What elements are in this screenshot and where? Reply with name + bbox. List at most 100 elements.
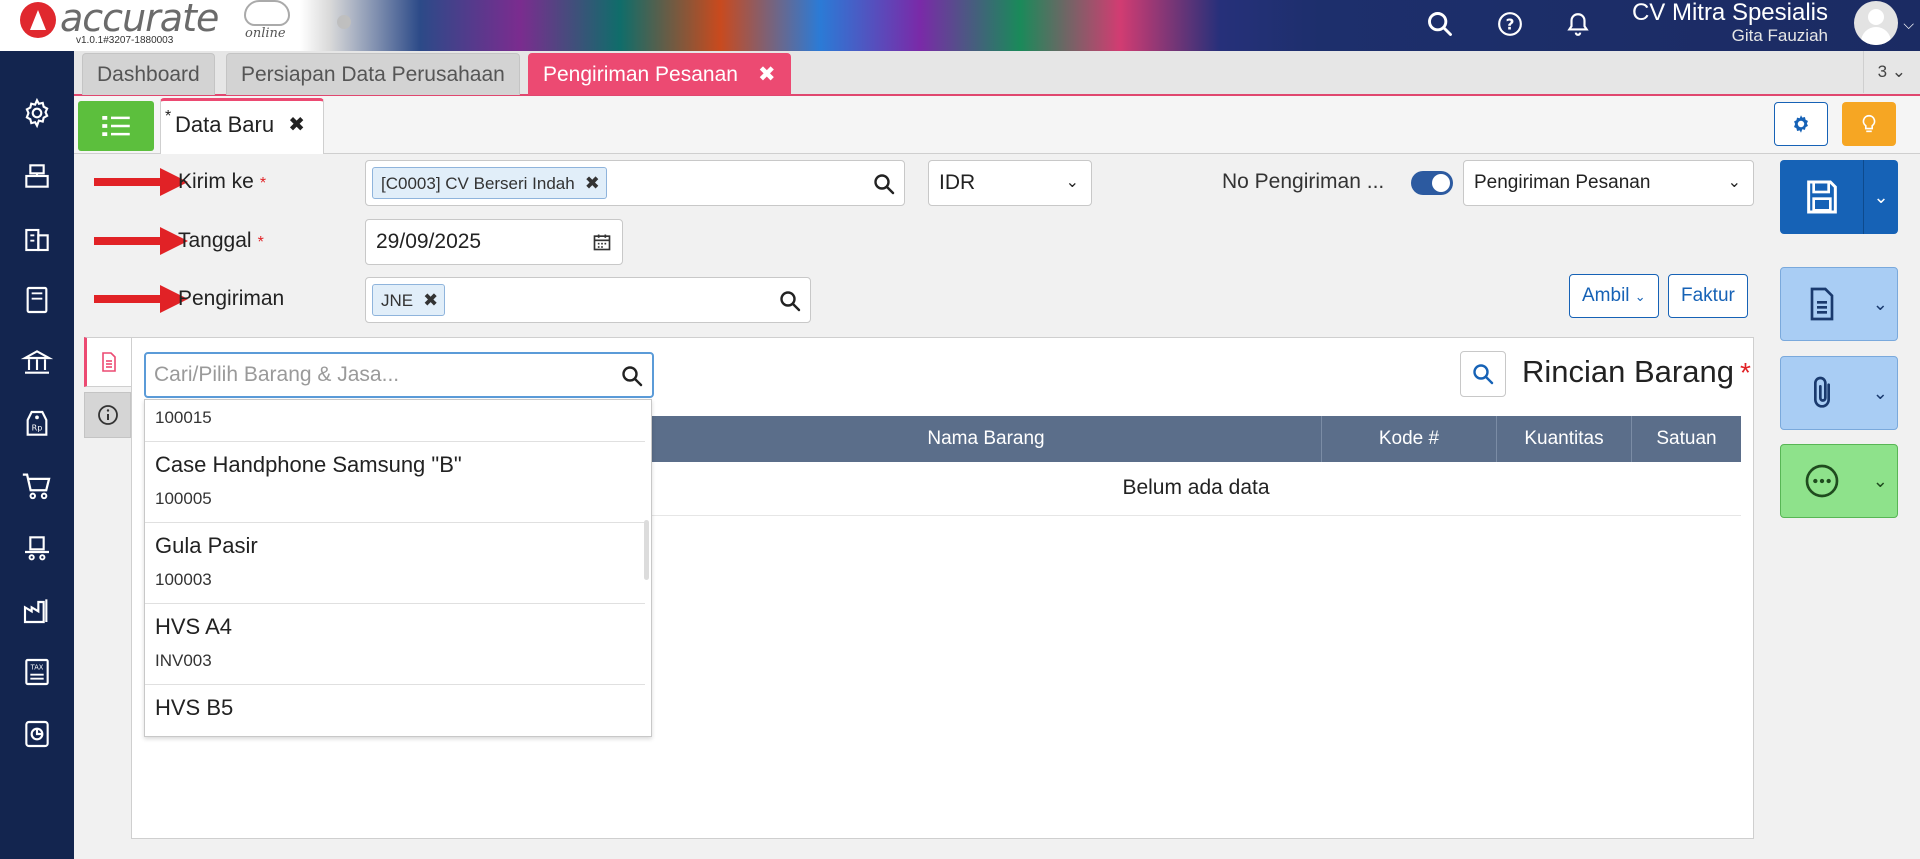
sidebar-item-factory[interactable] [17,590,57,630]
empty-table-message: Belum ada data [651,462,1741,516]
tab-label: Dashboard [97,63,200,86]
items-table-header: Nama Barang Kode # Kuantitas Satuan [651,416,1741,462]
currency-value: IDR [939,171,976,194]
tab-persiapan-data[interactable]: Persiapan Data Perusahaan [226,53,520,95]
sidebar-item-sales[interactable] [17,156,57,196]
chevron-down-icon[interactable]: ⌄ [1864,187,1898,208]
save-button[interactable]: ⌄ [1780,160,1898,234]
search-icon[interactable] [778,289,802,313]
faktur-label: Faktur [1681,285,1735,306]
transaction-type-select[interactable]: Pengiriman Pesanan ⌄ [1463,160,1754,206]
calendar-icon[interactable] [592,232,612,252]
logo-sub: online [245,26,286,41]
info-tab[interactable] [84,392,131,438]
column-header-satuan[interactable]: Satuan [1631,416,1741,462]
gear-icon [25,97,49,129]
item-search-field[interactable] [144,352,654,398]
item-name: HVS B5 [155,695,234,720]
currency-select[interactable]: IDR ⌄ [928,160,1092,206]
sidebar-item-purchase[interactable] [17,466,57,506]
chevron-down-icon[interactable]: ⌄ [1864,471,1897,492]
search-icon [1473,364,1494,385]
search-icon[interactable] [620,364,644,388]
column-header-kode[interactable]: Kode # [1321,416,1496,462]
floppy-disk-icon [1806,180,1837,214]
tab-count-dropdown[interactable]: 3 ⌄ [1862,51,1906,93]
avatar[interactable] [1854,1,1898,45]
close-icon[interactable]: ✖ [288,101,305,149]
auto-number-toggle[interactable] [1411,171,1453,195]
column-header-nama[interactable]: Nama Barang [651,416,1321,462]
column-header-kuantitas[interactable]: Kuantitas [1496,416,1631,462]
tanggal-label: Tanggal * [178,229,264,252]
tab-pengiriman-pesanan[interactable]: Pengiriman Pesanan ✖ [528,53,791,95]
tips-button[interactable] [1842,102,1896,146]
lightbulb-icon [1862,114,1876,133]
sidebar-item-tax[interactable]: TAX [17,652,57,692]
sidebar-item-company[interactable] [17,218,57,258]
more-options-button[interactable]: ⌄ [1780,444,1898,518]
chip-label: JNE [381,291,414,310]
list-item[interactable]: HVS A4 INV003 [145,604,645,685]
subtab-data-baru[interactable]: * Data Baru ✖ [160,98,324,154]
report-chart-icon [25,720,49,748]
factory-icon [23,599,48,624]
tanggal-input[interactable]: 29/09/2025 [365,219,623,265]
pengiriman-field[interactable]: JNE ✖ [365,277,811,323]
sidebar-item-settings[interactable] [17,93,57,133]
logo-text: accurate [60,0,219,40]
faktur-button[interactable]: Faktur [1668,274,1748,318]
sidebar-item-ledger[interactable] [17,280,57,320]
item-code: 100005 [155,489,212,508]
box-cart-icon [25,536,49,561]
tab-dashboard[interactable]: Dashboard [82,53,215,95]
save-main[interactable] [1780,160,1864,234]
item-name: HVS A4 [155,614,233,639]
chevron-down-icon[interactable]: ⌄ [1864,294,1897,315]
list-item[interactable]: HVS B5 [145,685,645,736]
chevron-down-icon[interactable]: ⌵ [1903,16,1914,33]
status-dot [337,15,351,29]
detail-tab[interactable] [84,337,131,387]
item-search-input[interactable] [154,354,594,396]
document-icon [102,352,116,372]
kirim-ke-field[interactable]: [C0003] CV Berseri Indah ✖ [365,160,905,206]
dropdown-scrollbar[interactable] [644,520,649,580]
tab-bar: Dashboard Persiapan Data Perusahaan Peng… [74,51,1920,96]
cart-icon [22,473,51,500]
sidebar-item-price-tag[interactable]: Rp [17,404,57,444]
list-item[interactable]: Case Handphone Samsung "B" 100005 [145,442,645,523]
attachment-button[interactable]: ⌄ [1780,356,1898,430]
document-button[interactable]: ⌄ [1780,267,1898,341]
chevron-down-icon: ⌄ [1727,174,1741,191]
more-dots-icon [1805,464,1839,498]
ambil-label: Ambil [1582,285,1630,306]
remove-chip-icon[interactable]: ✖ [423,290,438,310]
list-view-button[interactable] [78,101,154,151]
accurate-logo-icon [20,2,56,38]
form-settings-button[interactable] [1774,102,1828,146]
tab-count: 3 [1877,62,1888,81]
search-icon[interactable] [872,172,896,196]
item-name: Case Handphone Samsung "B" [155,452,462,477]
sidebar-item-bank[interactable] [17,342,57,382]
company-info[interactable]: CV Mitra Spesialis Gita Fauziah [1632,0,1828,46]
subtab-label: Data Baru [175,112,275,137]
search-icon[interactable] [1422,6,1458,42]
sidebar-item-reports[interactable] [17,714,57,754]
list-item[interactable]: 100015 [145,400,645,442]
unsaved-mark: * [165,108,172,125]
list-item[interactable]: Gula Pasir 100003 [145,523,645,604]
bell-icon[interactable] [1560,6,1596,42]
sidebar-item-inventory[interactable] [17,528,57,568]
chevron-down-icon[interactable]: ⌄ [1864,383,1897,404]
tanggal-value: 29/09/2025 [376,230,482,253]
item-dropdown-list[interactable]: 100015 Case Handphone Samsung "B" 100005… [144,399,652,737]
detail-search-button[interactable] [1460,351,1506,397]
item-code: 100003 [155,570,212,589]
annotation-arrow [94,285,188,313]
help-icon[interactable]: ? [1492,6,1528,42]
close-icon[interactable]: ✖ [758,54,776,96]
remove-chip-icon[interactable]: ✖ [585,173,600,193]
ambil-button[interactable]: Ambil ⌄ [1569,274,1659,318]
